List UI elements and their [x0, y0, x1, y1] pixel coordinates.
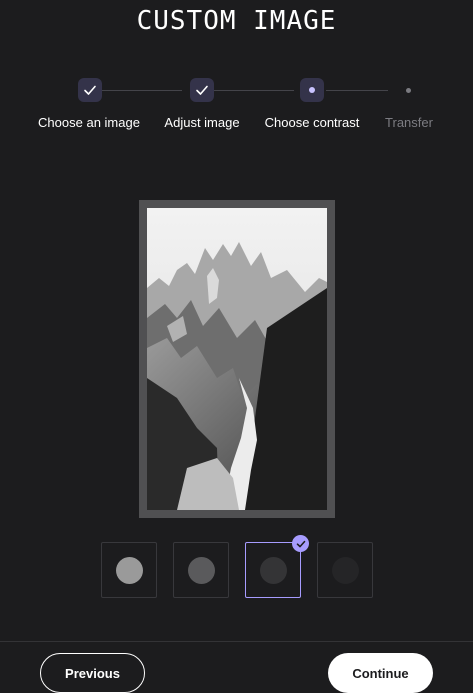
continue-button[interactable]: Continue	[328, 653, 433, 693]
step-label-choose-contrast: Choose contrast	[264, 115, 360, 130]
step-2-indicator[interactable]	[190, 78, 214, 102]
contrast-swatch-dark	[259, 556, 287, 584]
progress-stepper: Choose an image Adjust image Choose cont…	[0, 76, 473, 136]
check-icon	[196, 85, 208, 95]
step-label-transfer: Transfer	[385, 115, 433, 130]
step-connector	[214, 90, 294, 91]
step-connector	[102, 90, 182, 91]
page-title: CUSTOM IMAGE	[136, 6, 337, 36]
mountain-image	[147, 208, 327, 510]
contrast-option-2[interactable]	[173, 542, 229, 598]
check-icon	[84, 85, 96, 95]
step-label-choose-image[interactable]: Choose an image	[38, 115, 140, 130]
step-1-indicator[interactable]	[78, 78, 102, 102]
current-step-dot-icon	[309, 87, 315, 93]
contrast-swatch-medium	[187, 556, 215, 584]
contrast-swatch-light	[115, 556, 143, 584]
step-connector	[326, 90, 388, 91]
step-3-indicator	[300, 78, 324, 102]
check-icon	[296, 540, 305, 547]
contrast-option-1[interactable]	[101, 542, 157, 598]
selected-badge	[292, 535, 309, 552]
previous-button[interactable]: Previous	[40, 653, 145, 693]
contrast-swatch-darkest	[331, 556, 359, 584]
step-label-adjust-image[interactable]: Adjust image	[164, 115, 239, 130]
contrast-option-4[interactable]	[317, 542, 373, 598]
contrast-option-3[interactable]	[245, 535, 309, 598]
footer-divider	[0, 641, 473, 642]
step-4-indicator	[406, 88, 411, 93]
mountain-preview-image	[147, 208, 327, 510]
image-preview-frame	[139, 200, 335, 518]
